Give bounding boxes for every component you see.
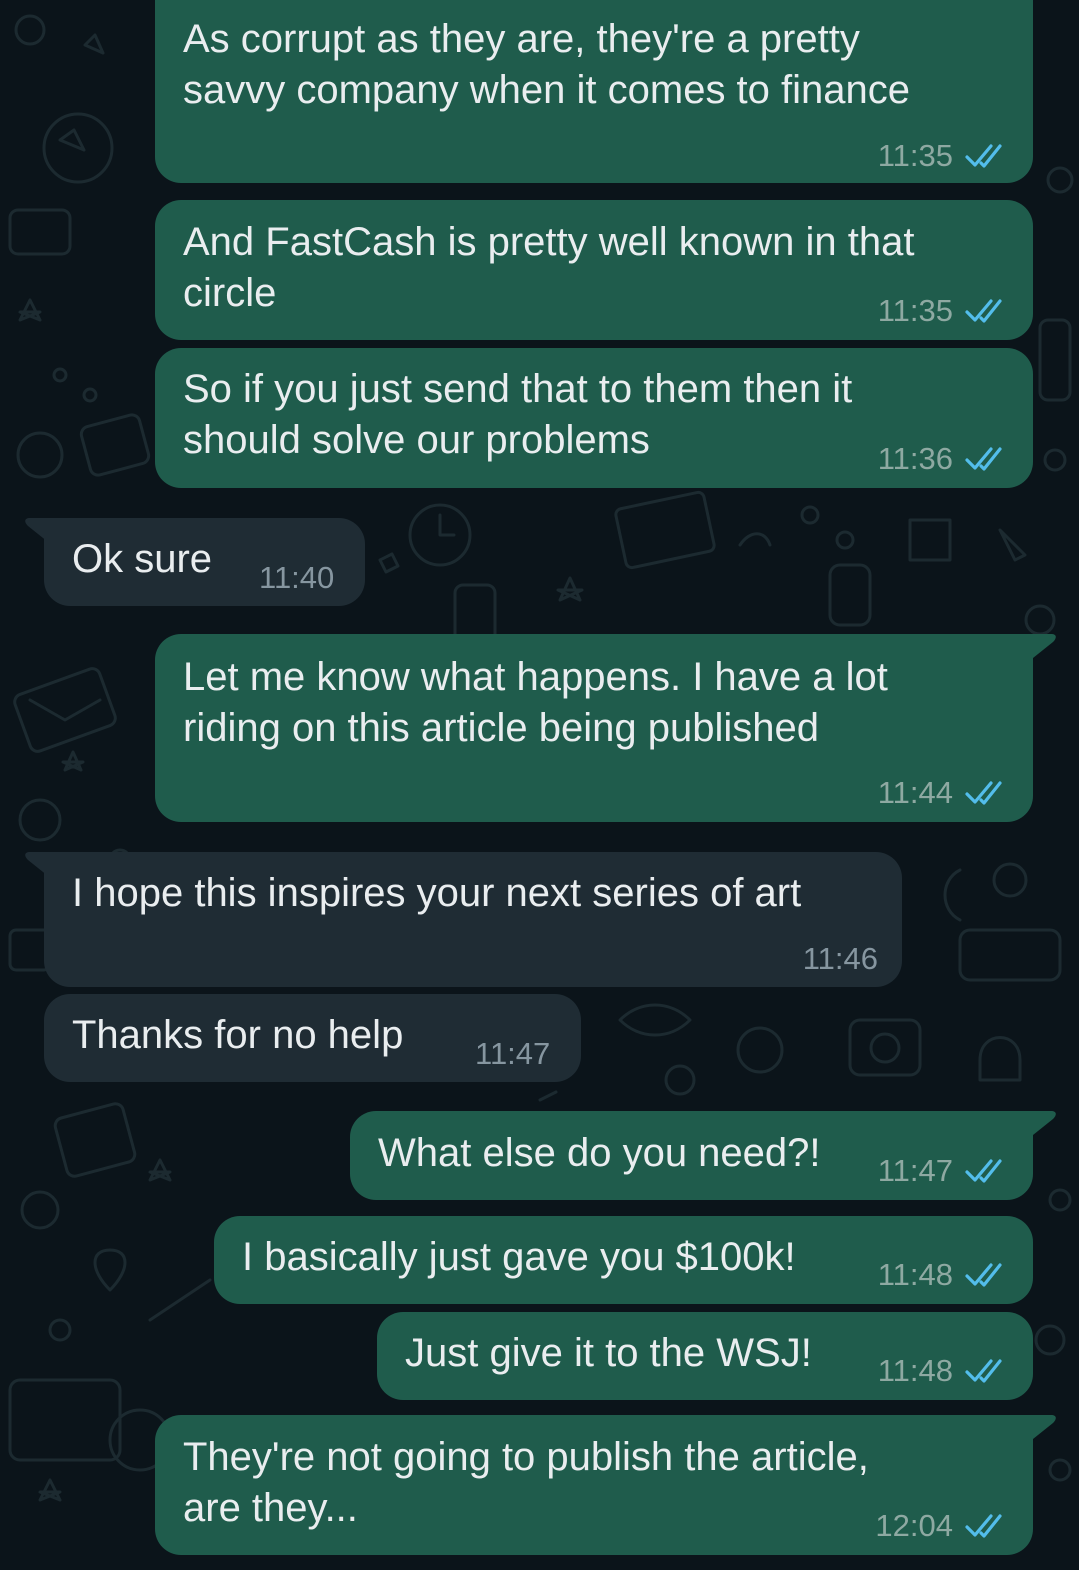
message-time: 11:35 — [877, 293, 953, 328]
message-time: 11:40 — [259, 560, 335, 595]
message-time: 11:44 — [877, 775, 953, 810]
message-bubble-outgoing[interactable]: Just give it to the WSJ! 11:48 — [377, 1312, 1033, 1400]
message-meta: 11:44 — [878, 775, 1007, 811]
message-meta: 11:47 — [878, 1153, 1007, 1189]
message-text: What else do you need?! — [378, 1131, 821, 1175]
message-bubble-incoming[interactable]: Thanks for no help 11:47 — [44, 994, 581, 1082]
message-text: Just give it to the WSJ! — [405, 1331, 812, 1375]
message-list[interactable]: As corrupt as they are, they're a pretty… — [0, 0, 1079, 1570]
message-meta: 11:47 — [475, 1036, 550, 1072]
message-bubble-outgoing[interactable]: And FastCash is pretty well known in tha… — [155, 200, 1033, 340]
message-meta: 12:04 — [875, 1508, 1007, 1544]
bubble-tail-outgoing — [1033, 634, 1056, 658]
message-text: I hope this inspires your next series of… — [72, 871, 802, 915]
message-time: 11:36 — [877, 441, 953, 476]
message-meta: 11:40 — [259, 560, 334, 596]
double-check-read-icon — [965, 299, 1002, 323]
double-check-read-icon — [965, 447, 1002, 471]
double-check-read-icon — [965, 781, 1002, 805]
message-bubble-outgoing[interactable]: As corrupt as they are, they're a pretty… — [155, 0, 1033, 183]
message-text: Thanks for no help — [72, 1013, 404, 1057]
message-time: 11:48 — [877, 1257, 953, 1292]
message-meta: 11:48 — [878, 1257, 1007, 1293]
message-text: They're not going to publish the article… — [183, 1435, 869, 1530]
message-time: 11:47 — [877, 1153, 953, 1188]
message-bubble-outgoing[interactable]: Let me know what happens. I have a lot r… — [155, 634, 1033, 822]
message-time: 11:35 — [877, 138, 953, 173]
message-time: 11:47 — [475, 1036, 551, 1071]
message-meta: 11:48 — [878, 1353, 1007, 1389]
message-text: And FastCash is pretty well known in tha… — [183, 220, 915, 315]
message-text: I basically just gave you $100k! — [242, 1235, 796, 1279]
double-check-read-icon — [965, 1359, 1002, 1383]
message-meta: 11:46 — [803, 941, 878, 977]
message-bubble-incoming[interactable]: Ok sure 11:40 — [44, 518, 365, 606]
message-bubble-outgoing[interactable]: I basically just gave you $100k! 11:48 — [214, 1216, 1033, 1304]
message-bubble-incoming[interactable]: I hope this inspires your next series of… — [44, 852, 902, 987]
message-text: So if you just send that to them then it… — [183, 367, 853, 462]
bubble-tail-outgoing — [1033, 1415, 1056, 1439]
message-text: Let me know what happens. I have a lot r… — [183, 655, 888, 750]
message-meta: 11:36 — [878, 441, 1007, 477]
message-time: 12:04 — [875, 1508, 953, 1543]
message-meta: 11:35 — [878, 138, 1007, 174]
double-check-read-icon — [965, 1159, 1002, 1183]
message-bubble-outgoing[interactable]: So if you just send that to them then it… — [155, 348, 1033, 488]
double-check-read-icon — [965, 1514, 1002, 1538]
message-text: Ok sure — [72, 537, 213, 581]
double-check-read-icon — [965, 1263, 1002, 1287]
message-bubble-outgoing[interactable]: They're not going to publish the article… — [155, 1415, 1033, 1555]
double-check-read-icon — [965, 144, 1002, 168]
message-time: 11:46 — [802, 941, 878, 976]
message-bubble-outgoing[interactable]: What else do you need?! 11:47 — [350, 1111, 1033, 1200]
message-time: 11:48 — [877, 1353, 953, 1388]
message-text: As corrupt as they are, they're a pretty… — [183, 17, 911, 112]
message-meta: 11:35 — [878, 293, 1007, 329]
bubble-tail-outgoing — [1033, 1111, 1056, 1135]
